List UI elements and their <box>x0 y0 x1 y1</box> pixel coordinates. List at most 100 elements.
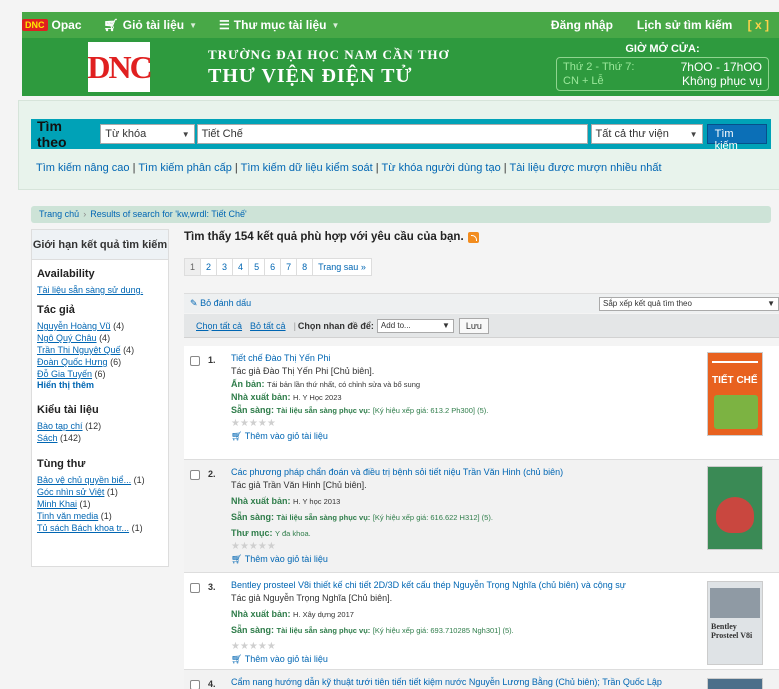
show-more-authors-link[interactable]: Hiển thị thêm <box>37 380 163 390</box>
results-summary: Tìm thấy 154 kết quả phù hợp với yêu cầu… <box>184 229 779 245</box>
tag-cloud-link[interactable]: Từ khóa người dùng tạo <box>382 162 501 174</box>
cart-menu[interactable]: 🛒︎ Giỏ tài liệu ▼ <box>104 18 198 32</box>
page-link[interactable]: 2 <box>201 259 218 275</box>
page-link[interactable]: 8 <box>297 259 314 275</box>
result-title-link[interactable]: Bentley prosteel V8i thiết kế chi tiết 2… <box>231 579 691 592</box>
result-title-link[interactable]: Tiết chế Đào Thị Yến Phi <box>231 352 691 365</box>
search-history-link[interactable]: Lịch sử tìm kiếm [ x ] <box>625 18 769 32</box>
page-link[interactable]: 6 <box>265 259 282 275</box>
result-title-link[interactable]: Các phương pháp chẩn đoán và điều trị bệ… <box>231 466 691 479</box>
facet-author-link[interactable]: Nguyễn Hoàng Vũ <box>37 321 111 331</box>
facet-type-link[interactable]: Bào tạp chí <box>37 421 83 431</box>
select-checkbox[interactable] <box>190 470 200 480</box>
chevron-down-icon: ▼ <box>331 20 340 30</box>
list-item: Trần Thị Nguyệt Quế (4) <box>37 345 135 355</box>
rating-stars[interactable]: ★★★★★ <box>231 640 691 653</box>
list-item: Bào tạp chí (12) <box>37 421 102 431</box>
page-link[interactable]: 5 <box>249 259 266 275</box>
list-item: Tinh văn media (1) <box>37 511 112 521</box>
cart-icon: 🛒︎ <box>231 554 243 564</box>
facet-type-link[interactable]: Sách <box>37 433 58 443</box>
advanced-search-link[interactable]: Tìm kiếm nâng cao <box>36 162 130 174</box>
facet-author-link[interactable]: Trần Thị Nguyệt Quế <box>37 345 121 355</box>
clear-all-link[interactable]: Bỏ tất cả <box>250 321 286 331</box>
search-links: Tìm kiếm nâng cao | Tìm kiếm phân cấp | … <box>36 162 662 174</box>
authority-search-link[interactable]: Tìm kiếm dữ liệu kiểm soát <box>241 162 373 174</box>
list-item: Nguyễn Hoàng Vũ (4) <box>37 321 125 331</box>
facet-series-link[interactable]: Minh Khai <box>37 499 77 509</box>
facets-sidebar: Giới hạn kết quả tìm kiếm Availability T… <box>31 229 169 567</box>
list-item: Tủ sách Bách khoa tr... (1) <box>37 523 143 533</box>
most-popular-link[interactable]: Tài liệu được mượn nhiều nhất <box>509 162 661 174</box>
search-panel: Tìm theo Từ khóa ▼ Tiết Chế Tất cả thư vi… <box>18 100 779 190</box>
list-item: Bảo vệ chủ quyền biể... (1) <box>37 475 145 485</box>
rss-icon[interactable] <box>467 231 479 243</box>
facet-series-title: Tùng thư <box>37 458 86 470</box>
list-item: Đỗ Gia Tuyến (6) <box>37 369 106 379</box>
chevron-down-icon: ▼ <box>181 129 190 139</box>
login-link[interactable]: Đăng nhập <box>551 18 613 32</box>
table-row: 3. Bentley prosteel V8i thiết kế chi tiế… <box>184 573 779 670</box>
opac-link[interactable]: DNC Opac <box>22 18 82 32</box>
facet-author-link[interactable]: Đỗ Gia Tuyến <box>37 369 92 379</box>
cart-icon: 🛒︎ <box>231 431 243 441</box>
book-cover[interactable]: Bentley Prosteel V8i <box>707 581 763 665</box>
list-item: Đoàn Quốc Hưng (6) <box>37 357 122 367</box>
chevron-down-icon: ▼ <box>441 320 450 330</box>
result-title-link[interactable]: Cẩm nang hướng dẫn kỹ thuật tưới tiên ti… <box>231 676 691 689</box>
opac-logo-icon: DNC <box>22 19 48 31</box>
search-input[interactable]: Tiết Chế <box>196 124 588 144</box>
select-checkbox[interactable] <box>190 680 200 689</box>
select-checkbox[interactable] <box>190 356 200 366</box>
unhighlight-link[interactable]: ✎ Bỏ đánh dấu <box>190 298 251 309</box>
list-item: Ngô Quý Châu (4) <box>37 333 111 343</box>
breadcrumb: Trang chủ › Results of search for 'kw,wrdl… <box>31 206 771 223</box>
book-cover[interactable]: TIẾT CHẾ <box>707 352 763 436</box>
facet-series-link[interactable]: Tủ sách Bách khoa tr... <box>37 523 129 533</box>
header-banner: DNC TRƯỜNG ĐẠI HỌC NAM CẦN THƠ THƯ VIỆN … <box>22 38 779 96</box>
facet-author-link[interactable]: Đoàn Quốc Hưng <box>37 357 108 367</box>
next-page-link[interactable]: Trang sau » <box>313 259 371 275</box>
sort-select[interactable]: Sắp xếp kết quả tìm theo ▼ <box>599 296 779 311</box>
facet-available-link[interactable]: Tài liệu sẵn sàng sử dụng. <box>37 285 143 295</box>
book-cover[interactable] <box>707 678 763 689</box>
facet-series-link[interactable]: Góc nhìn sử Việt <box>37 487 104 497</box>
search-field-select[interactable]: Từ khóa ▼ <box>100 124 195 144</box>
breadcrumb-current[interactable]: Results of search for 'kw,wrdl: Tiết Chế… <box>90 209 247 219</box>
rating-stars[interactable]: ★★★★★ <box>231 540 691 553</box>
add-to-select[interactable]: Add to... ▼ <box>376 318 454 333</box>
list-item: Sách (142) <box>37 433 82 443</box>
table-row: 1. Tiết chế Đào Thị Yến Phi Tác giả Đào … <box>184 346 779 460</box>
library-select[interactable]: Tất cả thư viện ▼ <box>590 124 703 144</box>
table-row: 2. Các phương pháp chẩn đoán và điều trị… <box>184 460 779 573</box>
cart-icon: 🛒︎ <box>231 654 243 664</box>
add-to-cart-link[interactable]: 🛒︎ Thêm vào giỏ tài liệu <box>231 430 691 443</box>
chevron-down-icon: ▼ <box>767 298 775 308</box>
breadcrumb-home[interactable]: Trang chủ <box>39 209 79 219</box>
save-button[interactable]: Lưu <box>458 317 489 334</box>
facet-series-link[interactable]: Tinh văn media <box>37 511 98 521</box>
cart-icon: 🛒︎ <box>103 18 119 32</box>
school-logo: DNC <box>87 42 153 92</box>
catalog-menu[interactable]: ☰ Thư mục tài liệu ▼ <box>219 18 339 32</box>
table-row: 4. Cẩm nang hướng dẫn kỹ thuật tưới tiên… <box>184 670 779 689</box>
page-link[interactable]: 7 <box>281 259 298 275</box>
add-to-cart-link[interactable]: 🛒︎ Thêm vào giỏ tài liệu <box>231 553 691 566</box>
page-link[interactable]: 4 <box>233 259 250 275</box>
facet-author-link[interactable]: Ngô Quý Châu <box>37 333 97 343</box>
book-cover[interactable] <box>707 466 763 550</box>
search-button[interactable]: Tìm kiếm <box>706 124 767 152</box>
page-link[interactable]: 3 <box>217 259 234 275</box>
facets-title: Giới hạn kết quả tìm kiếm <box>32 230 168 260</box>
chevron-down-icon: ▼ <box>189 20 198 30</box>
page-link[interactable]: 1 <box>185 259 202 275</box>
add-to-cart-link[interactable]: 🛒︎ Thêm vào giỏ tài liệu <box>231 653 691 666</box>
search-bar: Tìm theo Từ khóa ▼ Tiết Chế Tất cả thư vi… <box>31 118 771 152</box>
top-nav: DNC Opac 🛒︎ Giỏ tài liệu ▼ ☰ Thư mục tài… <box>22 12 779 38</box>
browse-search-link[interactable]: Tìm kiếm phân cấp <box>138 162 232 174</box>
select-checkbox[interactable] <box>190 583 200 593</box>
select-all-link[interactable]: Chọn tất cả <box>196 321 242 331</box>
clear-history-button[interactable]: [ x ] <box>748 18 769 32</box>
rating-stars[interactable]: ★★★★★ <box>231 417 691 430</box>
facet-series-link[interactable]: Bảo vệ chủ quyền biể... <box>37 475 131 485</box>
